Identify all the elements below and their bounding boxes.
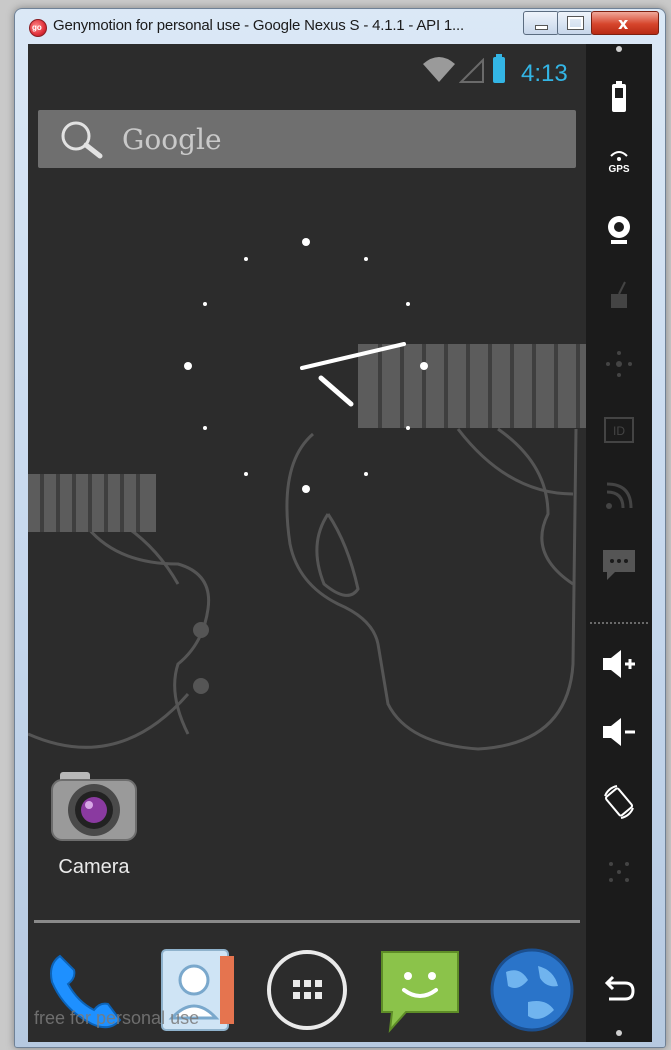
signal-icon	[459, 58, 484, 83]
back-icon[interactable]	[599, 969, 639, 1009]
scroll-down-icon[interactable]	[616, 1030, 622, 1036]
camera-icon	[51, 772, 137, 841]
webcam-tool-icon[interactable]	[599, 210, 639, 250]
minimize-icon	[535, 25, 548, 30]
google-search-bar[interactable]: Google	[38, 110, 576, 168]
close-button[interactable]: x	[591, 11, 659, 35]
genymotion-toolbar: GPS ID	[586, 44, 652, 1042]
minute-hand	[300, 342, 406, 370]
dpad-icon[interactable]	[599, 344, 639, 384]
messaging-icon[interactable]	[376, 946, 464, 1034]
browser-icon[interactable]	[488, 946, 576, 1034]
app-icon-text: go	[32, 23, 42, 32]
dpad-center-icon[interactable]	[599, 852, 639, 892]
android-screen[interactable]: 4:13 Google Camera free for personal use	[28, 44, 586, 1042]
scroll-up-icon[interactable]	[616, 46, 622, 52]
window-title: Genymotion for personal use - Google Nex…	[53, 17, 464, 34]
minimize-button[interactable]	[523, 11, 559, 35]
hour-hand	[318, 375, 354, 407]
watermark: free for personal use	[34, 1008, 200, 1028]
status-bar[interactable]: 4:13	[28, 44, 586, 94]
clock-time: 4:13	[521, 60, 568, 87]
genymotion-logo-icon: go	[29, 19, 47, 37]
id-text: ID	[613, 424, 625, 438]
gps-text: GPS	[608, 164, 629, 175]
device-id-icon[interactable]: ID	[599, 410, 639, 450]
maximize-button[interactable]	[557, 11, 593, 35]
maximize-icon	[567, 16, 584, 30]
close-icon: x	[618, 14, 629, 33]
remote-control-icon[interactable]	[599, 276, 639, 316]
gps-tool-icon[interactable]: GPS	[599, 142, 639, 182]
battery-icon	[493, 54, 505, 83]
title-bar[interactable]: go Genymotion for personal use - Google …	[15, 9, 665, 43]
dock-divider	[34, 920, 580, 923]
mittens-wallpaper	[28, 344, 586, 751]
search-label: Google	[122, 123, 222, 156]
volume-down-icon[interactable]	[599, 712, 639, 752]
network-icon[interactable]	[599, 476, 639, 516]
analog-clock[interactable]	[176, 224, 436, 494]
toolbar-separator	[590, 622, 648, 624]
volume-up-icon[interactable]	[599, 644, 639, 684]
all-apps-icon[interactable]	[263, 946, 351, 1034]
camera-label: Camera	[58, 856, 130, 878]
wifi-icon	[423, 57, 455, 82]
sms-icon[interactable]	[599, 544, 639, 584]
rotate-icon[interactable]	[599, 782, 639, 822]
battery-tool-icon[interactable]	[599, 78, 639, 118]
search-icon	[61, 121, 103, 159]
